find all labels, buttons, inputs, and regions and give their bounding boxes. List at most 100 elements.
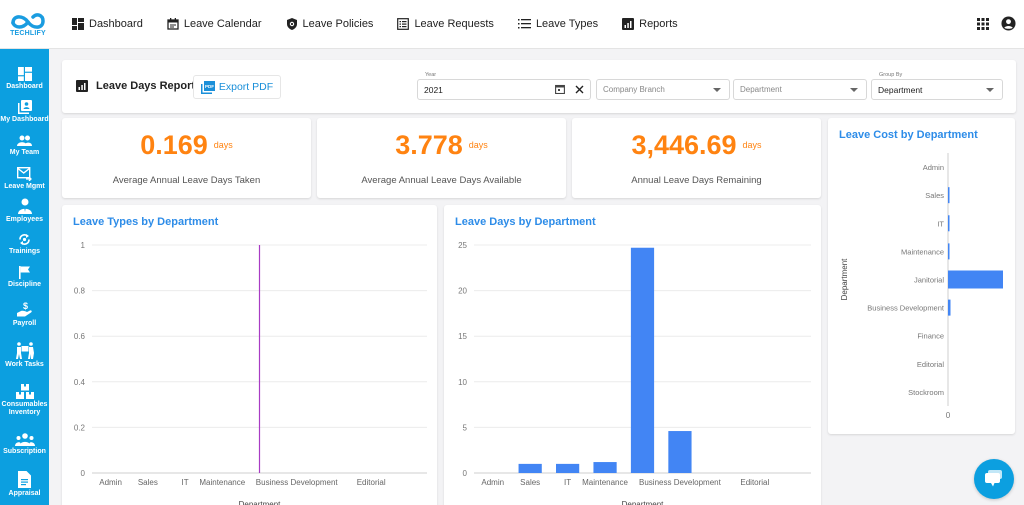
x-axis-title: Department <box>239 500 282 505</box>
bar <box>948 215 950 232</box>
sidebar-item-employees[interactable]: Employees <box>0 198 49 224</box>
nav-leave-policies[interactable]: Leave Policies <box>286 18 374 30</box>
boxes-icon <box>15 384 34 399</box>
department-placeholder: Department <box>740 85 782 94</box>
stat-card-avg-taken: 0.169 days Average Annual Leave Days Take… <box>62 118 311 198</box>
page-title-text: Leave Days Report <box>96 80 196 92</box>
year-field[interactable]: Year 2021 <box>417 72 591 100</box>
sidebar-item-my-dashboard[interactable]: My Dashboard <box>0 100 49 124</box>
chevron-down-icon <box>713 88 721 92</box>
sidebar-item-trainings[interactable]: Trainings <box>0 233 49 256</box>
department-select[interactable]: Department <box>733 79 867 100</box>
employee-icon <box>17 198 32 214</box>
group-by-value: Department <box>878 84 923 95</box>
bar <box>948 187 950 204</box>
export-pdf-label: Export PDF <box>218 81 274 93</box>
company-branch-select[interactable]: Company Branch <box>596 79 730 100</box>
sidebar-item-appraisal[interactable]: Appraisal <box>0 471 49 498</box>
calendar-picker-button[interactable] <box>555 84 565 94</box>
bar <box>630 247 655 473</box>
leave-cost-chart: Admin Sales IT Maintenance Janitorial Busines… <box>840 153 1003 420</box>
sidebar-item-label: Appraisal <box>8 490 41 497</box>
x-tick-label: Admin <box>99 478 122 487</box>
nav-label: Leave Policies <box>302 18 374 30</box>
stat-card-remaining: 3,446.69 days Annual Leave Days Remaining <box>572 118 821 198</box>
payroll-hand-icon: $ <box>16 301 32 317</box>
leave-types-chart: 0 0.2 0.4 0.6 0.8 1 Admin Sales IT Maintenance Bus… <box>74 241 427 505</box>
account-circle-icon <box>1001 16 1016 31</box>
sidebar-item-label: My Dashboard <box>0 116 49 123</box>
bar <box>948 270 1003 289</box>
document-icon <box>18 471 31 488</box>
nav-label: Leave Types <box>535 18 599 30</box>
sidebar: Dashboard My Dashboard My Team Leave Mgm… <box>0 49 49 505</box>
stat-label: Average Annual Leave Days Taken <box>112 175 261 186</box>
brand-name: TECHLIFY <box>10 30 46 37</box>
svg-text:PDF: PDF <box>205 84 214 89</box>
sidebar-item-subscription[interactable]: Subscription <box>0 433 49 456</box>
sidebar-item-consumables-inventory[interactable]: Consumables Inventory <box>0 384 49 417</box>
group-by-label: Group By <box>877 72 905 78</box>
stat-value: 3.778 <box>395 130 463 160</box>
report-chart-icon <box>76 80 88 92</box>
policy-shield-icon <box>286 18 297 30</box>
company-branch-placeholder: Company Branch <box>603 85 665 94</box>
chat-button[interactable] <box>974 459 1014 499</box>
y-tick-label: 20 <box>458 287 467 296</box>
nav-leave-types[interactable]: Leave Types <box>517 18 599 30</box>
chat-bubble-icon <box>985 470 1002 487</box>
bar <box>668 431 692 473</box>
apps-grid-button[interactable] <box>977 17 989 30</box>
year-field-label: Year <box>423 72 439 78</box>
y-tick-label: 0.6 <box>74 332 86 341</box>
sidebar-item-leave-mgmt[interactable]: Leave Mgmt <box>0 167 49 191</box>
y-tick-label: 0.2 <box>74 423 86 432</box>
group-icon <box>14 433 35 446</box>
y-tick-label: 10 <box>458 378 467 387</box>
sidebar-item-label: My Team <box>9 149 40 156</box>
nav-label: Leave Requests <box>414 18 494 30</box>
account-button[interactable] <box>1001 16 1016 31</box>
sidebar-item-dashboard[interactable]: Dashboard <box>0 67 49 91</box>
group-by-select[interactable]: Group By Department <box>871 72 1003 100</box>
sidebar-item-payroll[interactable]: $ Payroll <box>0 301 49 328</box>
nav-reports[interactable]: Reports <box>622 18 678 30</box>
bar <box>593 462 617 473</box>
sidebar-item-label: Work Tasks <box>5 361 44 368</box>
y-tick-label: 15 <box>458 332 467 341</box>
leave-days-chart: 0 5 10 15 20 25 Admin Sales IT Maintenance Busines… <box>458 241 811 505</box>
nav-label: Reports <box>639 18 678 30</box>
training-icon <box>19 234 30 245</box>
nav-leave-calendar[interactable]: Leave Calendar <box>167 18 262 30</box>
x-tick-label: Editorial <box>357 478 386 487</box>
sidebar-item-label: Subscription <box>3 448 46 455</box>
nav-leave-requests[interactable]: Leave Requests <box>397 18 494 30</box>
sidebar-item-label: Payroll <box>12 320 37 327</box>
close-icon <box>575 85 584 93</box>
sidebar-item-label: Trainings <box>8 248 41 255</box>
x-tick-label: IT <box>564 478 571 487</box>
stat-unit: days <box>742 140 762 150</box>
y-tick-label: 0.4 <box>74 378 86 387</box>
sidebar-item-my-team[interactable]: My Team <box>0 135 49 157</box>
sidebar-item-work-tasks[interactable]: Work Tasks <box>0 342 49 369</box>
svg-text:$: $ <box>23 301 28 311</box>
sidebar-item-label: Consumables <box>1 401 48 408</box>
nav-label: Dashboard <box>89 18 143 30</box>
nav-dashboard[interactable]: Dashboard <box>72 18 143 30</box>
list-box-icon <box>397 18 410 30</box>
export-pdf-button[interactable]: PDF Export PDF <box>193 75 281 99</box>
techlify-logo[interactable]: TECHLIFY <box>0 0 56 49</box>
sidebar-item-discipline[interactable]: Discipline <box>0 266 49 289</box>
stat-label: Annual Leave Days Remaining <box>631 175 762 186</box>
pdf-icon: PDF <box>200 80 215 94</box>
y-tick-label: 0 <box>463 469 468 478</box>
y-tick-label: Stockroom <box>908 388 944 397</box>
report-chart-icon <box>622 18 635 30</box>
leave-days-chart-card: Leave Days by Department 0 5 10 15 20 25 Admin… <box>444 205 821 505</box>
top-right-actions <box>965 16 1016 31</box>
y-tick-label: Editorial <box>917 360 944 369</box>
apps-grid-icon <box>977 17 989 30</box>
flag-icon <box>18 266 30 279</box>
clear-year-button[interactable] <box>575 85 584 94</box>
